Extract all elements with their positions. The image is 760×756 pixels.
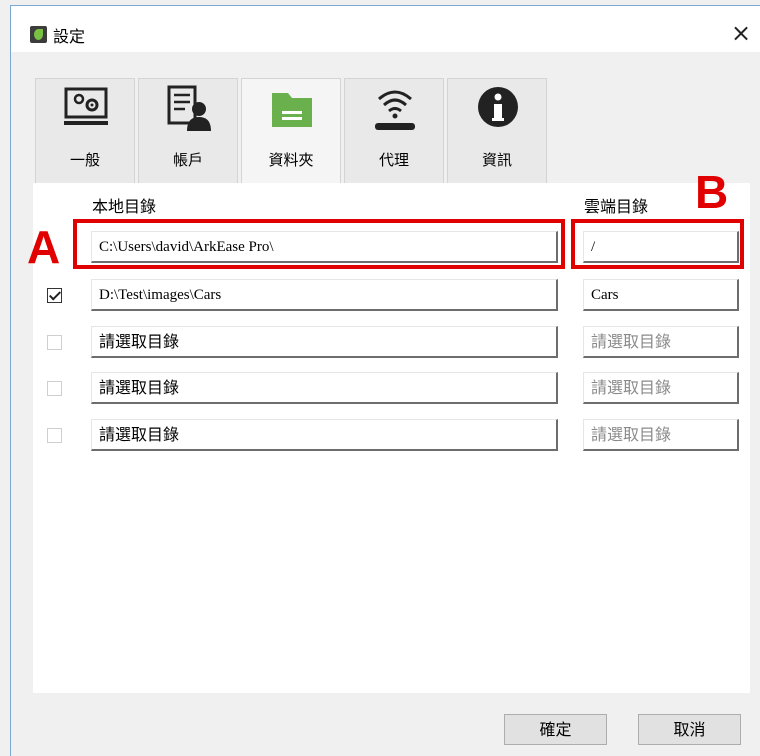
sync-checkbox[interactable] bbox=[47, 335, 62, 350]
annotation-label-a: A bbox=[27, 221, 61, 273]
ok-button[interactable]: 確定 bbox=[504, 714, 607, 745]
cloud-directory-field[interactable]: 請選取目錄 bbox=[583, 326, 739, 358]
tab-label: 帳戶 bbox=[172, 151, 203, 169]
sync-checkbox[interactable] bbox=[47, 288, 62, 303]
local-directory-field[interactable]: 請選取目錄 bbox=[91, 419, 558, 451]
sync-checkbox[interactable] bbox=[47, 428, 62, 443]
folder-row: 請選取目錄 請選取目錄 bbox=[33, 419, 750, 453]
tab-proxy[interactable]: 代理 bbox=[344, 78, 444, 184]
tab-folder[interactable]: 資料夾 bbox=[241, 78, 341, 184]
local-directory-field[interactable]: 請選取目錄 bbox=[91, 326, 558, 358]
tab-label: 一般 bbox=[69, 151, 100, 169]
cloud-directory-field[interactable]: Cars bbox=[583, 279, 739, 311]
local-directory-field[interactable]: 請選取目錄 bbox=[91, 372, 558, 404]
cloud-directory-field[interactable]: 請選取目錄 bbox=[583, 419, 739, 451]
proxy-wifi-icon bbox=[375, 90, 415, 130]
local-directory-field[interactable]: D:\Test\images\Cars bbox=[91, 279, 558, 311]
folder-icon bbox=[272, 93, 312, 127]
highlight-box-a bbox=[73, 219, 565, 269]
close-button[interactable]: × bbox=[726, 18, 756, 48]
tab-info[interactable]: 資訊 bbox=[447, 78, 547, 184]
local-directory-header: 本地目錄 bbox=[92, 197, 157, 216]
tab-general[interactable]: 一般 bbox=[35, 78, 135, 184]
cloud-directory-field[interactable]: 請選取目錄 bbox=[583, 372, 739, 404]
tab-account[interactable]: 帳戶 bbox=[138, 78, 238, 184]
folder-row: 請選取目錄 請選取目錄 bbox=[33, 372, 750, 406]
info-icon bbox=[478, 87, 518, 127]
tab-label: 資料夾 bbox=[268, 151, 314, 169]
app-logo-icon bbox=[30, 26, 47, 43]
annotation-label-b: B bbox=[695, 166, 729, 218]
folder-row: D:\Test\images\Cars Cars bbox=[33, 279, 750, 313]
cancel-button[interactable]: 取消 bbox=[638, 714, 741, 745]
highlight-box-b bbox=[571, 219, 744, 269]
window-title: 設定 bbox=[53, 27, 86, 46]
settings-dialog: 設定 × 一般 帳戶 資料夾 代理 資訊 本地目錄 雲端目錄 C:\Users\… bbox=[10, 5, 760, 756]
sync-checkbox[interactable] bbox=[47, 381, 62, 396]
cloud-directory-header: 雲端目錄 bbox=[584, 197, 649, 216]
title-bar: 設定 × bbox=[11, 6, 760, 52]
folder-row: 請選取目錄 請選取目錄 bbox=[33, 326, 750, 360]
tab-label: 代理 bbox=[378, 151, 409, 169]
monitor-settings-icon bbox=[64, 87, 108, 125]
user-account-icon bbox=[167, 85, 211, 131]
tab-label: 資訊 bbox=[481, 151, 512, 169]
